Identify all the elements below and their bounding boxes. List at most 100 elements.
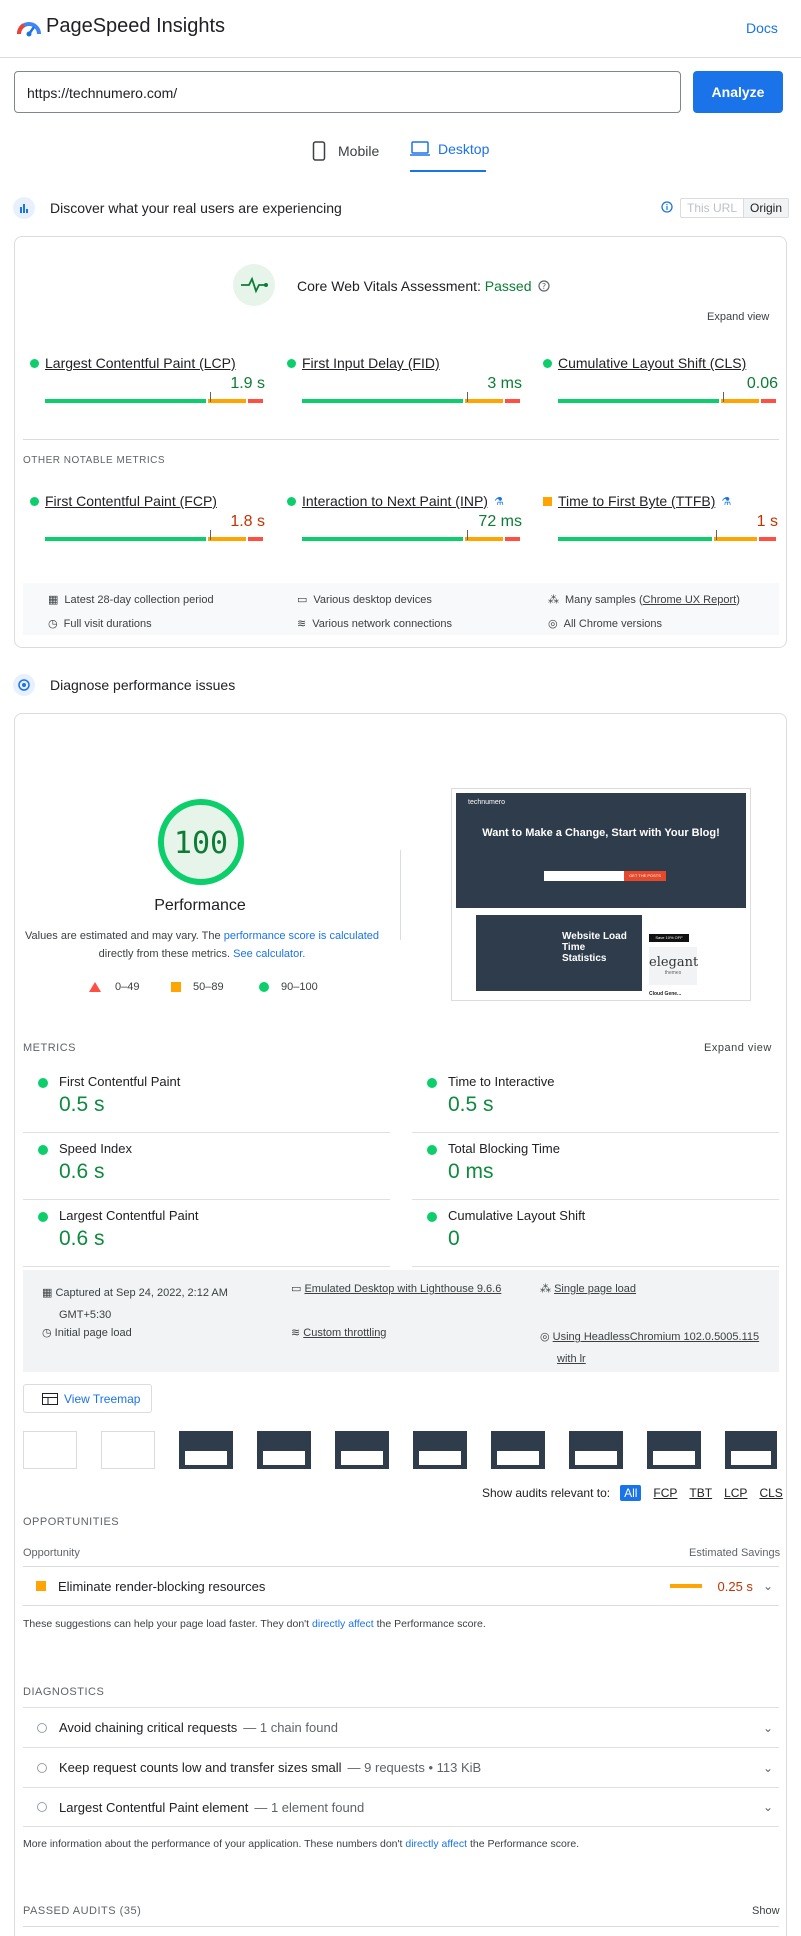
crux-link[interactable]: Chrome UX Report [643,594,737,606]
phone-icon [312,141,326,161]
tab-mobile-label: Mobile [338,143,380,159]
url-input[interactable]: https://technumero.com/ [14,71,681,113]
diagnostics-note: More information about the performance o… [23,1838,579,1850]
gauge-divider [400,850,401,940]
lab-metric-name: Largest Contentful Paint [59,1208,199,1223]
diag-note-text: More information about the performance o… [23,1838,406,1850]
lab-metric-value: 0.6 s [59,1160,105,1183]
directly-affect-link[interactable]: directly affect [312,1618,374,1630]
circle-icon [38,1145,48,1155]
lab-metric-value: 0.5 s [448,1093,494,1116]
field-metric-header: Interaction to Next Paint (INP) ⚗ [287,493,522,509]
score-note-text2: directly from these metrics. [98,948,234,960]
field-metric-name[interactable]: First Contentful Paint (FCP) [45,493,217,509]
analyze-button[interactable]: Analyze [693,71,783,113]
screenshot-ad-sub: themes [664,970,682,976]
collection-period: ▦ Latest 28-day collection period [48,593,214,607]
cwv-icon [233,264,275,306]
show-passed-button[interactable]: Show [752,1905,780,1917]
average-segment [207,537,247,541]
lab-expand-view[interactable]: Expand view [704,1042,772,1054]
field-metric-name[interactable]: Interaction to Next Paint (INP) [302,493,488,509]
audit-filter: Show audits relevant to: All FCP TBT LCP… [482,1485,783,1501]
initial-page-load-text: Initial page load [54,1327,132,1339]
captured-at: ▦ Captured at Sep 24, 2022, 2:12 AM GMT+5… [42,1282,228,1326]
origin-toggle[interactable]: Origin [743,199,789,217]
see-calculator-link[interactable]: See calculator. [233,948,305,960]
filmstrip-frame [335,1431,389,1469]
filter-all[interactable]: All [620,1485,642,1501]
tab-desktop[interactable]: Desktop [410,141,489,157]
poor-segment [505,399,520,403]
performance-label: Performance [154,897,246,914]
lab-metric-name: First Contentful Paint [59,1074,181,1089]
flask-icon: ⚗ [493,495,504,508]
passed-divider [23,1926,779,1927]
legend-average: 50–89 [171,981,224,993]
lab-metrics-label: METRICS [23,1042,76,1054]
top-bar: PageSpeed Insights Docs [0,0,801,58]
field-expand-view[interactable]: Expand view [707,311,769,323]
field-metric-name[interactable]: Largest Contentful Paint (LCP) [45,355,236,371]
circle-icon [543,358,552,368]
network-connections: ≋ Various network connections [297,617,453,631]
diagnostic-item[interactable]: Avoid chaining critical requests — 1 chai… [23,1707,779,1747]
screenshot-email [544,871,624,881]
filter-tbt[interactable]: TBT [689,1486,712,1500]
lab-metric-value: 0 ms [448,1160,494,1183]
field-metric-value: 72 ms [478,513,522,530]
good-segment [302,537,463,541]
field-metric-value: 1.9 s [230,375,265,392]
circle-icon [37,1762,47,1773]
opportunity-row[interactable]: Eliminate render-blocking resources 0.25… [23,1567,779,1605]
filter-fcp[interactable]: FCP [653,1486,677,1500]
chevron-down-icon: ⌄ [762,1800,773,1814]
passed-audits-text: PASSED AUDITS [23,1905,117,1917]
diagnostic-item[interactable]: Keep request counts low and transfer siz… [23,1747,779,1787]
score-note-text: Values are estimated and may vary. The [24,930,224,942]
diagnostic-detail: — 9 requests • 113 KiB [347,1760,482,1775]
directly-affect-link[interactable]: directly affect [405,1838,467,1850]
chevron-down-icon: ⌄ [762,1760,773,1775]
poor-segment [758,537,776,541]
diag-note-text2: the Performance score. [467,1838,580,1850]
percentile-marker [210,530,211,540]
custom-throttling-text[interactable]: Custom throttling [303,1327,386,1339]
distribution-bar [558,399,778,403]
poor-segment [505,537,520,541]
circle-icon [37,1722,47,1733]
field-metric-header: Largest Contentful Paint (LCP) [30,355,265,371]
distribution-bar [45,399,265,403]
field-metric-name[interactable]: Cumulative Layout Shift (CLS) [558,355,746,371]
samples-close: ) [736,593,740,606]
diagnostic-item[interactable]: Largest Contentful Paint element — 1 elem… [23,1787,779,1827]
network-text: Various network connections [312,617,453,630]
headless-chromium-text[interactable]: Using HeadlessChromium 102.0.5005.115 [553,1331,759,1343]
filmstrip-frame [257,1431,311,1469]
emulated-desktop-text[interactable]: Emulated Desktop with Lighthouse 9.6.6 [304,1283,501,1295]
filter-cls[interactable]: CLS [759,1486,782,1500]
chrome-versions-text: All Chrome versions [563,617,663,630]
performance-score: 100 [173,826,229,861]
view-treemap-button[interactable]: View Treemap [23,1384,152,1413]
tab-mobile[interactable]: Mobile [312,141,379,161]
initial-page-load: ◷ Initial page load [42,1326,132,1339]
field-metric: First Input Delay (FID) 3 ms [287,355,522,415]
filter-lcp[interactable]: LCP [724,1486,747,1500]
savings-col: Estimated Savings [689,1547,781,1559]
field-metric-value: 1 s [756,513,778,530]
passed-audits-label[interactable]: PASSED AUDITS (35) [23,1905,141,1917]
percentile-marker [467,392,468,402]
headless-chromium-text2[interactable]: with lr [557,1353,586,1365]
field-metric-name[interactable]: First Input Delay (FID) [302,355,440,371]
score-calculated-link[interactable]: performance score is calculated [224,930,379,942]
help-icon[interactable]: ? [538,280,550,292]
single-page-load-text[interactable]: Single page load [554,1283,636,1295]
captured-tz-text: GMT+5:30 [59,1309,112,1321]
this-url-toggle[interactable]: This URL [681,199,743,217]
docs-link[interactable]: Docs [746,20,778,36]
svg-text:?: ? [542,282,546,291]
field-metric-name[interactable]: Time to First Byte (TTFB) [558,493,715,509]
info-icon[interactable] [661,201,673,213]
lab-metric: Cumulative Layout Shift 0 [412,1200,779,1267]
